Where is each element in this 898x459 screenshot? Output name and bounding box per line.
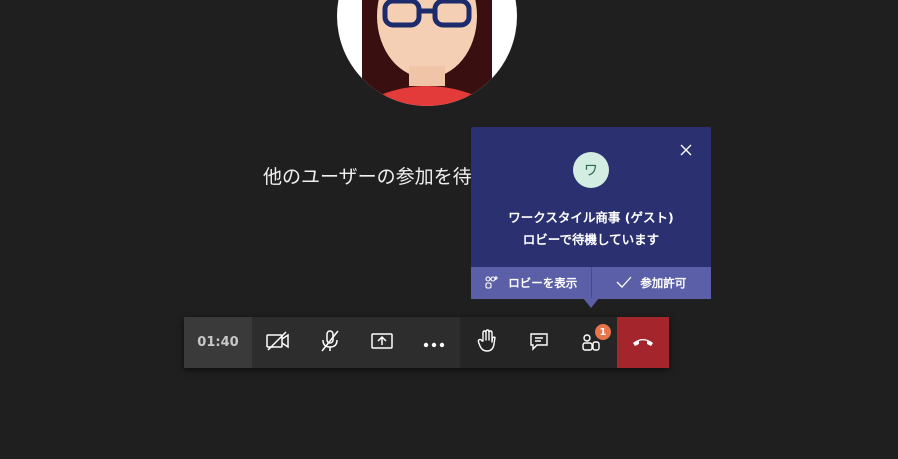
checkmark-icon (616, 276, 632, 291)
more-icon (423, 333, 445, 352)
close-icon[interactable] (675, 139, 697, 161)
show-lobby-button[interactable]: ロビーを表示 (471, 267, 591, 299)
guest-avatar: ワ (573, 152, 609, 188)
lobby-status: ロビーで待機しています (522, 232, 660, 247)
avatar-illustration (357, 0, 497, 106)
raise-hand-button[interactable] (461, 317, 513, 368)
mic-off-icon (319, 329, 341, 357)
show-lobby-label: ロビーを表示 (508, 276, 578, 290)
hang-up-button[interactable] (617, 317, 669, 368)
camera-off-icon (265, 330, 291, 355)
chat-button[interactable] (513, 317, 565, 368)
media-controls (252, 317, 460, 368)
lobby-people-icon (484, 274, 500, 293)
call-toolbar: 01:40 1 (184, 317, 669, 368)
waiting-message: 他のユーザーの参加を待 (263, 166, 472, 188)
share-screen-button[interactable] (356, 317, 408, 368)
popup-pointer (583, 298, 599, 308)
share-screen-icon (370, 331, 394, 355)
guest-name: ワークスタイル商事 (ゲスト) (508, 210, 674, 225)
participants-badge: 1 (595, 324, 611, 340)
more-actions-button[interactable] (408, 317, 460, 368)
hang-up-icon (631, 333, 655, 352)
admit-button[interactable]: 参加許可 (590, 267, 712, 299)
participants-button[interactable]: 1 (565, 317, 617, 368)
raise-hand-icon (477, 328, 497, 357)
lobby-notification: ワ ワークスタイル商事 (ゲスト) ロビーで待機しています ロビーを表示 参加許… (471, 127, 711, 299)
popup-actions: ロビーを表示 参加許可 (471, 267, 711, 299)
admit-label: 参加許可 (640, 276, 687, 290)
call-timer: 01:40 (184, 317, 252, 368)
camera-toggle-button[interactable] (252, 317, 304, 368)
mic-toggle-button[interactable] (304, 317, 356, 368)
chat-icon (528, 331, 550, 355)
meeting-controls: 1 (461, 317, 617, 368)
user-avatar (337, 0, 517, 106)
